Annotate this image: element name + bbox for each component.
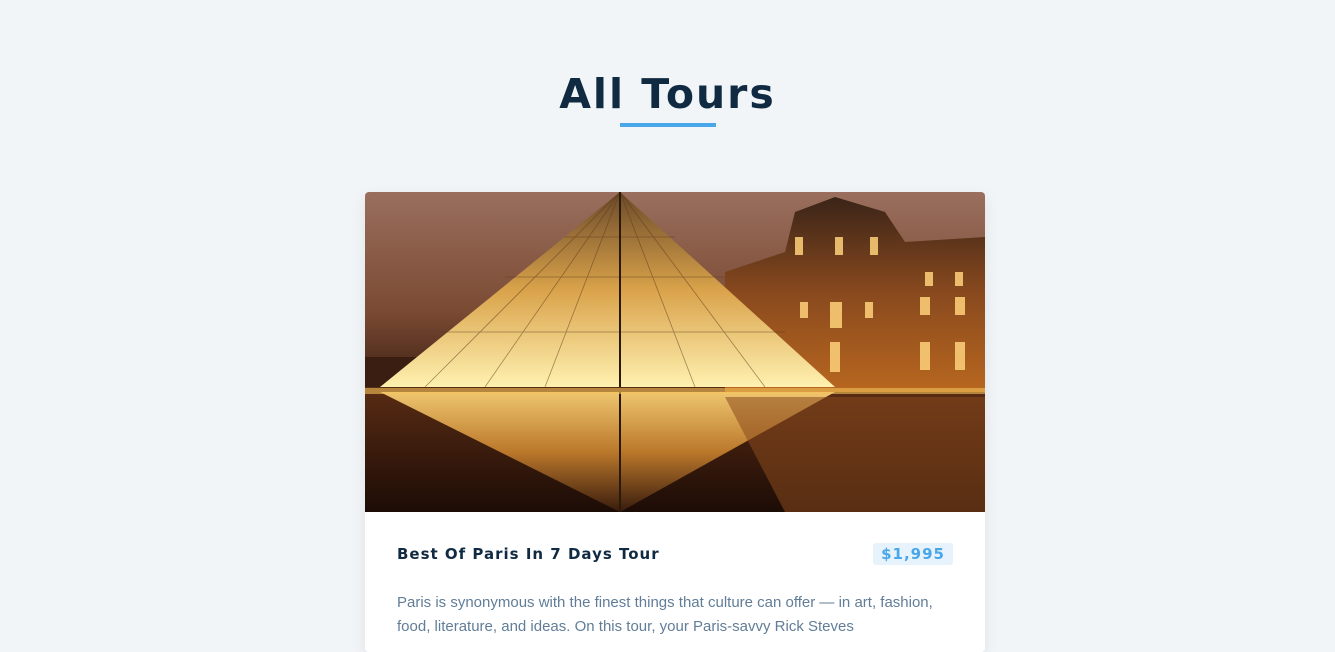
title-underline	[619, 123, 716, 127]
tour-card: Best Of Paris In 7 Days Tour $1,995 Pari…	[365, 192, 985, 652]
tour-description: Paris is synonymous with the finest thin…	[397, 594, 933, 635]
tour-image	[365, 192, 985, 512]
tour-name: Best Of Paris In 7 Days Tour	[397, 545, 660, 563]
tour-header: Best Of Paris In 7 Days Tour $1,995	[397, 542, 953, 566]
tour-price: $1,995	[873, 543, 953, 565]
title-section: All Tours	[0, 68, 1335, 127]
page-title: All Tours	[559, 70, 776, 118]
tour-info: Best Of Paris In 7 Days Tour $1,995 Pari…	[365, 512, 985, 639]
